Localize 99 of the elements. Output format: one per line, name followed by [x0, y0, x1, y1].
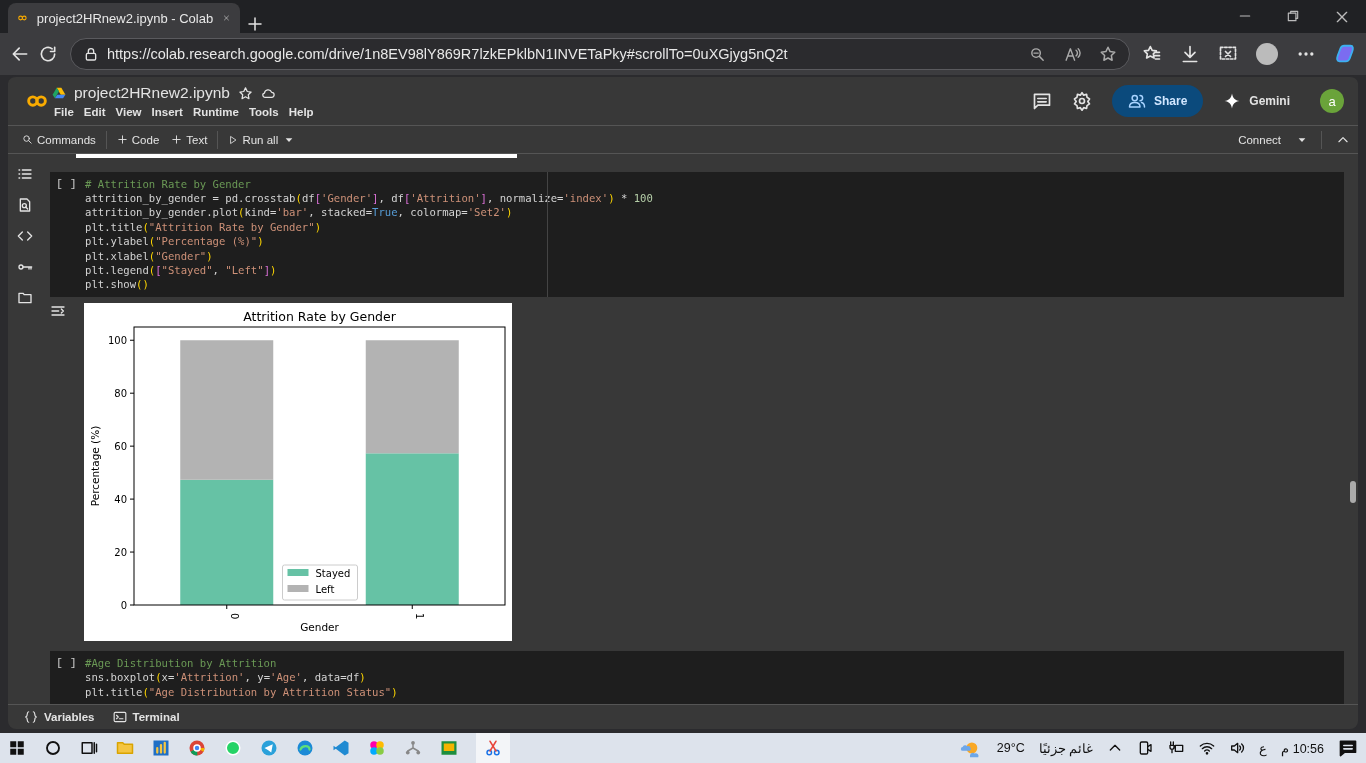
copilot-icon[interactable] — [1334, 43, 1356, 65]
download-icon[interactable] — [1180, 44, 1200, 64]
scrollbar-thumb[interactable] — [1350, 481, 1356, 503]
contents-icon[interactable] — [17, 166, 33, 182]
menu-item[interactable]: Insert — [151, 106, 183, 118]
clock[interactable]: 10:56 م — [1281, 740, 1324, 756]
x-tick-label: 1 — [411, 604, 426, 620]
run-all-button[interactable]: Run all — [222, 133, 285, 146]
x-tick-label: 0 — [228, 612, 240, 620]
code-icon[interactable] — [17, 228, 33, 244]
code-line: plt.legend(["Stayed", "Left"]) — [85, 262, 278, 278]
code-cell[interactable] — [50, 171, 1344, 297]
star-icon[interactable] — [1099, 45, 1117, 63]
temperature-text: 29°C — [996, 741, 1025, 755]
legend-label: Stayed — [315, 567, 351, 579]
camera-icon[interactable] — [1137, 740, 1154, 756]
star-icon[interactable] — [237, 85, 253, 101]
share-button[interactable]: Share — [1111, 85, 1204, 117]
battery-plug-icon[interactable] — [1167, 740, 1186, 756]
terminal-icon — [112, 710, 127, 724]
profile-avatar[interactable] — [1256, 43, 1278, 65]
y-tick-label: 100 — [107, 334, 127, 346]
notebook-title[interactable]: project2HRnew2.ipynb — [74, 84, 230, 102]
search-icon — [22, 134, 33, 145]
y-tick-label: 40 — [114, 493, 127, 505]
search-icon[interactable] — [44, 739, 62, 757]
add-text-button[interactable]: Text — [165, 133, 214, 146]
y-tick-label: 0 — [120, 599, 127, 611]
code-line: plt.ylabel("Percentage (%)") — [85, 234, 265, 249]
chart-app-icon[interactable] — [152, 739, 170, 757]
code-line: plt.title("Attrition Rate by Gender") — [85, 219, 322, 235]
menu-item[interactable]: Edit — [83, 106, 106, 118]
plus-icon[interactable] — [246, 15, 264, 33]
add-code-button[interactable]: Code — [110, 133, 166, 146]
address-field[interactable]: https://colab.research.google.com/drive/1n8EV98lY869R7lzkEPklbN1INVETaPky#scrollTo=0uXGjyg5nQ2t — [70, 38, 1130, 70]
run-cell-button[interactable]: [ ] — [56, 655, 85, 699]
url-text: https://colab.research.google.com/drive/1n8EV98lY869R7lzkEPklbN1INVETaPky#scrollTo=0uXGjyg5nQ2t — [107, 46, 789, 62]
network-nodes-icon[interactable] — [404, 739, 422, 757]
connect-button[interactable]: Connect — [1232, 133, 1287, 146]
y-axis-label: Percentage (%) — [89, 425, 101, 507]
windows-logo-icon[interactable] — [8, 739, 26, 757]
folder-icon[interactable] — [17, 290, 33, 306]
y-tick-label: 20 — [114, 546, 127, 558]
code-line: sns.boxplot(x='Attrition', y='Age', data=df) — [85, 670, 367, 685]
gemini-button[interactable]: Gemini — [1223, 92, 1290, 110]
code-line: attrition_by_gender.plot(kind='bar', stacked=True, colormap='Set2') — [85, 205, 514, 220]
paper-plane-icon[interactable] — [260, 739, 278, 757]
variables-button[interactable]: Variables — [24, 710, 95, 724]
wifi-icon[interactable] — [1199, 740, 1216, 756]
restore-icon[interactable] — [1286, 8, 1300, 23]
chrome-icon[interactable] — [188, 739, 206, 757]
zoom-out-icon[interactable] — [1029, 45, 1046, 63]
x-tick-label: 1 — [414, 612, 426, 620]
plus-icon — [116, 134, 128, 145]
x-tick-label: 0 — [226, 604, 240, 620]
lock-icon — [83, 46, 99, 62]
speaker-icon[interactable] — [1229, 740, 1246, 756]
browser-tab[interactable]: project2HRnew2.ipynb - Colab — [8, 3, 240, 33]
code-line: plt.xlabel("Gender") — [85, 248, 214, 263]
code-cell[interactable]: [ ] #Age Distribution by Attrition sns.boxplot(x='Attrition', y='Age', data=df) plt.title("Age Distribution by Attrition Status") — [50, 650, 1344, 704]
menu-item[interactable]: View — [115, 106, 142, 118]
find-icon[interactable] — [17, 197, 33, 213]
code-editor-icon[interactable] — [332, 739, 350, 757]
code-line: plt.title("Age Distribution by Attrition Status") — [85, 684, 398, 699]
code-line: plt.show() — [85, 277, 150, 292]
code-line: #Age Distribution by Attrition — [85, 655, 278, 671]
reload-icon[interactable] — [38, 44, 58, 64]
flower-icon[interactable] — [368, 739, 386, 757]
weather-text: غائم جزئيًا — [1038, 740, 1094, 756]
classroom-icon[interactable] — [440, 739, 458, 757]
browser-swirl-icon[interactable] — [296, 739, 314, 757]
drive-icon — [52, 86, 66, 100]
notification-icon[interactable] — [1338, 738, 1358, 758]
read-aloud-icon[interactable] — [1064, 45, 1081, 63]
settings-icon[interactable] — [1071, 91, 1092, 111]
commands-button[interactable]: Commands — [16, 133, 102, 146]
comment-icon[interactable] — [1031, 91, 1052, 111]
menu-item[interactable]: Tools — [248, 106, 279, 118]
snipping-tool-icon[interactable] — [484, 739, 502, 757]
run-cell-button[interactable]: [ ] — [56, 176, 85, 292]
braces-icon — [24, 710, 38, 724]
task-view-icon[interactable] — [80, 739, 98, 757]
chart-title: Attrition Rate by Gender — [243, 308, 396, 324]
play-icon — [228, 134, 239, 145]
tab-title: project2HRnew2.ipynb - Colab — [36, 10, 214, 26]
plus-icon — [171, 134, 183, 145]
y-tick-label: 60 — [114, 440, 127, 452]
menu-item[interactable]: File — [54, 106, 74, 118]
code-line: # Attrition Rate by Gender — [85, 176, 252, 191]
menu-item[interactable]: Runtime — [192, 106, 239, 118]
legend-label: Left — [315, 583, 335, 595]
x-axis-label: Gender — [300, 620, 339, 633]
y-tick-label: 80 — [114, 387, 127, 399]
back-icon[interactable] — [10, 44, 30, 64]
people-icon — [1127, 92, 1146, 110]
code-line: attrition_by_gender = pd.crosstab(df['Gender'], df['Attrition'], normalize='index') * 100 — [85, 190, 653, 206]
language-indicator[interactable]: ع — [1259, 740, 1268, 756]
menu-item[interactable]: Help — [288, 106, 314, 118]
terminal-button[interactable]: Terminal — [112, 710, 180, 724]
